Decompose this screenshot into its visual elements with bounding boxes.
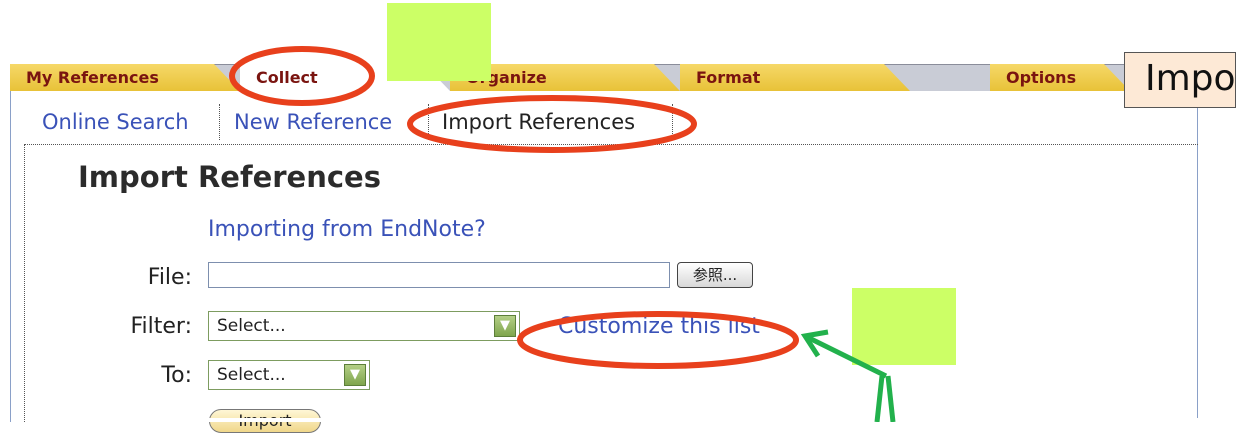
filter-select-value: Select... xyxy=(217,316,286,336)
browse-button[interactable]: 参照... xyxy=(677,262,753,288)
file-path-input[interactable] xyxy=(208,262,670,288)
chevron-down-icon[interactable]: ▼ xyxy=(344,364,366,386)
highlight-square xyxy=(387,3,491,81)
filter-select[interactable]: Select... ▼ xyxy=(208,311,520,341)
to-select-value: Select... xyxy=(217,365,286,385)
tab-format[interactable]: Format xyxy=(680,64,910,91)
subtab-new-reference[interactable]: New Reference xyxy=(234,102,392,142)
tab-my-references[interactable]: My References xyxy=(10,64,240,91)
to-label: To: xyxy=(161,363,192,388)
callout-box: Import xyxy=(1124,52,1236,108)
customize-list-link[interactable]: Customize this list xyxy=(558,314,800,339)
subtab-import-references[interactable]: Import References xyxy=(442,102,635,142)
subtab-divider xyxy=(428,104,429,140)
subtab-divider xyxy=(219,104,220,140)
chevron-down-icon[interactable]: ▼ xyxy=(494,315,516,337)
highlight-square xyxy=(852,288,956,365)
page-title: Import References xyxy=(78,160,381,194)
subtab-online-search[interactable]: Online Search xyxy=(42,102,189,142)
subtab-divider xyxy=(672,104,673,140)
file-label: File: xyxy=(147,265,192,290)
to-select[interactable]: Select... ▼ xyxy=(208,360,370,390)
filter-label: Filter: xyxy=(130,314,192,339)
endnote-import-link[interactable]: Importing from EndNote? xyxy=(208,217,486,242)
panel-bottom-mask xyxy=(54,418,1198,422)
